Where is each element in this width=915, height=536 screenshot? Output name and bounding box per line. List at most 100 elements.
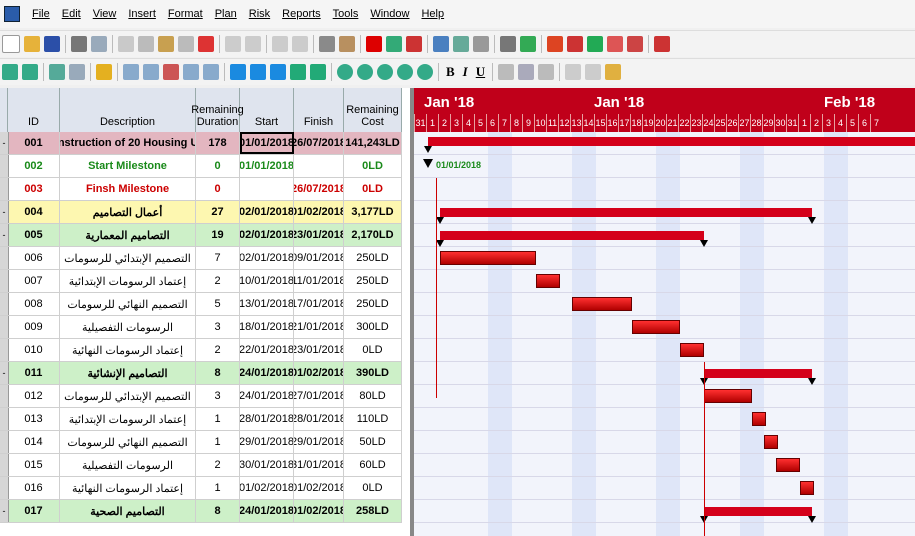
cell-cost[interactable]: 0LD [344,477,402,499]
task-bar[interactable] [776,458,800,472]
header-description[interactable]: Description [60,88,196,132]
cell-finish[interactable]: 09/01/2018 [294,247,344,269]
table-row[interactable]: 010 إعتماد الرسومات النهائية 2 22/01/2018 23… [0,339,402,362]
undo-icon[interactable] [225,36,241,52]
new-file-icon[interactable] [2,35,20,53]
header-remaining-duration[interactable]: Remaining Duration [191,88,244,132]
cell-start[interactable]: 30/01/2018 [240,454,294,476]
table-row[interactable]: 008 التصميم النهائي للرسومات 5 13/01/2018 17… [0,293,402,316]
cell-description[interactable]: التصميم الإبتدائي للرسومات [60,247,196,269]
cell-duration[interactable]: 2 [196,270,240,292]
cell-start[interactable]: 22/01/2018 [240,339,294,361]
table-row[interactable]: 009 الرسومات التفصيلية 3 18/01/2018 21/01/20… [0,316,402,339]
check-icon[interactable] [366,36,382,52]
link-tasks-icon[interactable] [270,64,286,80]
progress-0-icon[interactable] [337,64,353,80]
cell-finish[interactable]: 26/07/2018 [294,178,344,200]
cell-start[interactable] [240,178,294,200]
progress-50-icon[interactable] [377,64,393,80]
autofilter-icon[interactable] [143,64,159,80]
tools-icon[interactable] [473,36,489,52]
print-preview-icon[interactable] [91,36,107,52]
table-row[interactable]: -001Construction of 20 Housing Unit17801… [0,132,402,155]
cell-start[interactable]: 01/01/2018 [240,132,294,154]
pin-icon[interactable] [587,36,603,52]
resource-icon[interactable] [339,36,355,52]
cell-start[interactable]: 10/01/2018 [240,270,294,292]
cell-start[interactable]: 24/01/2018 [240,385,294,407]
level-icon[interactable] [433,36,449,52]
cell-id[interactable]: 002 [8,155,60,177]
format-painter-icon[interactable] [178,36,194,52]
cell-cost[interactable]: 300LD [344,316,402,338]
cell-start[interactable]: 24/01/2018 [240,500,294,522]
summary-bar[interactable] [424,137,915,153]
cell-finish[interactable]: 01/02/2018 [294,500,344,522]
cell-cost[interactable]: 141,243LD [344,132,402,154]
cell-description[interactable]: التصاميم الصحية [60,500,196,522]
cell-duration[interactable]: 3 [196,316,240,338]
cell-cost[interactable]: 3,177LD [344,201,402,223]
cell-cost[interactable]: 110LD [344,408,402,430]
cell-duration[interactable]: 1 [196,477,240,499]
cell-description[interactable]: التصاميم الإنشائية [60,362,196,384]
summary-bar[interactable] [436,231,708,247]
menu-window[interactable]: Window [364,8,415,20]
progress-100-icon[interactable] [417,64,433,80]
arrow-left-icon[interactable] [2,64,18,80]
cell-duration[interactable]: 2 [196,454,240,476]
menu-plan[interactable]: Plan [209,8,243,20]
cell-id[interactable]: 001 [8,132,60,154]
cell-finish[interactable] [294,155,344,177]
delete-icon[interactable] [198,36,214,52]
cell-description[interactable]: إعتماد الرسومات النهائية [60,477,196,499]
start-milestone[interactable] [423,159,433,168]
cell-id[interactable]: 011 [8,362,60,384]
cell-description[interactable]: التصميم النهائي للرسومات [60,431,196,453]
cell-description[interactable]: إعتماد الرسومات الإبتدائية [60,270,196,292]
cell-duration[interactable]: 8 [196,362,240,384]
header-finish[interactable]: Finish [294,88,344,132]
table-row[interactable]: 003 Finsh Milestone 0 26/07/2018 0LD [0,178,402,201]
zoom-in-icon[interactable] [565,64,582,80]
cell-duration[interactable]: 3 [196,385,240,407]
copy-icon[interactable] [138,36,154,52]
cell-duration[interactable]: 2 [196,339,240,361]
cell-start[interactable]: 02/01/2018 [240,201,294,223]
cell-finish[interactable]: 23/01/2018 [294,224,344,246]
cell-duration[interactable]: 0 [196,178,240,200]
save-icon[interactable] [44,36,60,52]
zoom-fit-icon[interactable] [230,64,246,80]
cell-finish[interactable]: 21/01/2018 [294,316,344,338]
cell-finish[interactable]: 01/02/2018 [294,201,344,223]
cell-start[interactable]: 28/01/2018 [240,408,294,430]
cell-id[interactable]: 017 [8,500,60,522]
cell-id[interactable]: 009 [8,316,60,338]
table-row[interactable]: 014 التصميم النهائي للرسومات 1 29/01/2018 29… [0,431,402,454]
table-row[interactable]: -017 التصاميم الصحية 8 24/01/2018 01/02/2018… [0,500,402,523]
filter-dropdown-icon[interactable] [123,64,139,80]
split-icon[interactable] [627,36,643,52]
highlight-icon[interactable] [96,64,112,80]
task-bar[interactable] [440,251,536,265]
cell-finish[interactable]: 01/02/2018 [294,362,344,384]
cell-finish[interactable]: 31/01/2018 [294,454,344,476]
baseline-icon[interactable] [386,36,402,52]
cell-id[interactable]: 014 [8,431,60,453]
table-row[interactable]: -011 التصاميم الإنشائية 8 24/01/2018 01/02/2… [0,362,402,385]
schedule-icon[interactable] [453,36,469,52]
table-row[interactable]: 006 التصميم الإبتدائي للرسومات 7 02/01/2018… [0,247,402,270]
cell-cost[interactable]: 0LD [344,339,402,361]
table-row[interactable]: -005 التصاميم المعمارية 19 02/01/2018 23/01/… [0,224,402,247]
cell-description[interactable]: الرسومات التفصيلية [60,316,196,338]
cell-finish[interactable]: 17/01/2018 [294,293,344,315]
cell-duration[interactable]: 1 [196,431,240,453]
cell-duration[interactable]: 178 [196,132,240,154]
cell-finish[interactable]: 27/01/2018 [294,385,344,407]
table-row[interactable]: -004 أعمال التصاميم 27 02/01/2018 01/02/2018… [0,201,402,224]
summary-bar[interactable] [436,208,816,224]
cell-description[interactable]: التصميم الإبتدائي للرسومات [60,385,196,407]
bar-chart-icon[interactable] [547,36,563,52]
menu-edit[interactable]: Edit [56,8,87,20]
task-bar[interactable] [800,481,814,495]
